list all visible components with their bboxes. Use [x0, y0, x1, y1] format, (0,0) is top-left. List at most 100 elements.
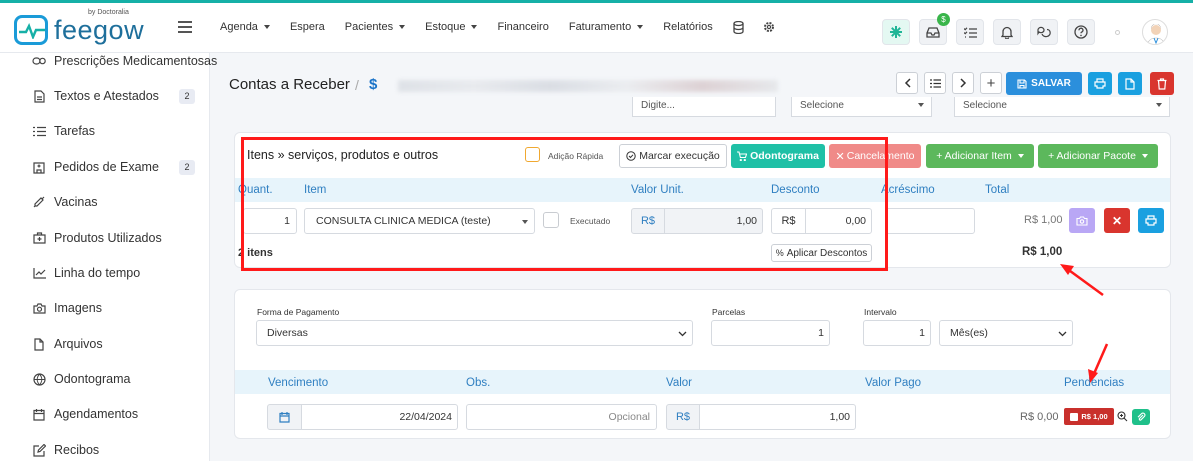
database-icon[interactable] — [733, 20, 747, 34]
menu-toggle-icon[interactable] — [178, 21, 192, 33]
sidebar-item-label: Agendamentos — [54, 407, 139, 421]
installments-input[interactable]: 1 — [711, 320, 830, 346]
dollar-badge: $ — [937, 13, 950, 26]
camera-icon — [32, 301, 46, 315]
hospital-icon — [32, 160, 46, 174]
sidebar-item-linha-tempo[interactable]: Linha do tempo — [32, 266, 140, 280]
sidebar-badge: 2 — [179, 89, 195, 104]
currency-addon: R$ — [666, 404, 700, 430]
help-button[interactable] — [1067, 19, 1095, 45]
installment-value-input[interactable]: 1,00 — [699, 404, 856, 430]
sidebar-item-arquivos[interactable]: Arquivos — [32, 337, 103, 351]
chevron-down-icon — [1058, 331, 1067, 337]
nav-item-relatorios[interactable]: Relatórios — [663, 20, 713, 34]
document-icon — [32, 89, 46, 103]
breadcrumb-separator: / — [355, 77, 359, 93]
gear-icon[interactable] — [763, 20, 777, 34]
sidebar-item-label: Tarefas — [54, 124, 95, 138]
payment-method-select[interactable]: Diversas — [256, 320, 693, 346]
list-icon — [929, 78, 941, 88]
sidebar-item-imagens[interactable]: Imagens — [32, 301, 102, 315]
sidebar-item-label: Arquivos — [54, 337, 103, 351]
nav-item-faturamento[interactable]: Faturamento — [568, 20, 644, 34]
sidebar-item-label: Textos e Atestados — [54, 89, 159, 103]
bell-icon — [1001, 26, 1013, 39]
chat-button[interactable] — [1030, 19, 1058, 45]
sidebar-item-pedidos-exame[interactable]: Pedidos de Exame — [32, 160, 159, 174]
caret-down-icon — [1017, 154, 1024, 158]
nav-item-agenda[interactable]: Agenda — [220, 20, 270, 34]
add-button[interactable]: + — [980, 72, 1002, 94]
status-dot-icon — [1115, 30, 1120, 35]
globe-icon — [32, 372, 46, 386]
select-value: Selecione — [963, 100, 1007, 111]
pending-badge[interactable]: R$ 1,00 — [1064, 408, 1114, 425]
logo[interactable]: feegow by Doctoralia — [14, 9, 144, 45]
sidebar-item-produtos[interactable]: Produtos Utilizados — [32, 231, 162, 245]
search-input[interactable]: Digite... — [632, 97, 776, 117]
camera-icon — [1076, 215, 1088, 226]
previous-button[interactable] — [896, 72, 918, 94]
caret-down-icon — [1156, 103, 1162, 107]
delete-button[interactable] — [1150, 72, 1174, 95]
print-button[interactable] — [1088, 72, 1112, 95]
obs-input[interactable]: Opcional — [466, 404, 657, 430]
edit-icon — [32, 443, 46, 457]
due-date-input[interactable]: 22/04/2024 — [301, 404, 458, 430]
input-value: 22/04/2024 — [399, 411, 452, 423]
column-header: Vencimento — [268, 377, 329, 389]
column-header: Valor — [666, 377, 692, 389]
select-field-2[interactable]: Selecione — [791, 97, 932, 117]
inbox-button[interactable]: $ — [919, 13, 950, 45]
caret-down-icon — [399, 25, 406, 29]
receipt-button[interactable] — [1132, 409, 1150, 425]
nav-item-espera[interactable]: Espera — [290, 20, 325, 34]
remove-item-button[interactable]: ✕ — [1104, 208, 1130, 233]
sidebar-item-tarefas[interactable]: Tarefas — [32, 124, 95, 138]
next-button[interactable] — [952, 72, 974, 94]
star-button[interactable] — [882, 19, 910, 45]
nav-item-estoque[interactable]: Estoque — [425, 20, 478, 34]
date-picker-button[interactable] — [267, 404, 302, 430]
nav-item-financeiro[interactable]: Financeiro — [497, 20, 548, 34]
blurred-patient-info — [398, 80, 778, 92]
floppy-icon — [1017, 78, 1027, 89]
sidebar-item-vacinas[interactable]: Vacinas — [32, 195, 98, 209]
main-nav: Agenda Espera Pacientes Estoque Financei… — [220, 20, 793, 34]
surcharge-input[interactable] — [885, 208, 975, 234]
calendar-icon — [32, 407, 46, 421]
column-header: Pendencias — [1064, 377, 1125, 389]
annotation-highlight-box — [241, 137, 888, 271]
document-button[interactable] — [1118, 72, 1142, 95]
payment-method-label: Forma de Pagamento — [257, 307, 340, 317]
search-plus-button[interactable] — [1116, 409, 1129, 423]
plus-icon: + — [986, 74, 996, 92]
list-button[interactable] — [924, 72, 946, 94]
checklist-button[interactable] — [956, 19, 984, 45]
avatar[interactable] — [1142, 19, 1168, 45]
sidebar-item-agendamentos[interactable]: Agendamentos — [32, 407, 138, 421]
select-value: Diversas — [267, 327, 308, 339]
nav-item-pacientes[interactable]: Pacientes — [345, 20, 406, 34]
sidebar-item-odontograma[interactable]: Odontograma — [32, 372, 130, 386]
sidebar-item-label: Vacinas — [54, 195, 98, 209]
save-button[interactable]: SALVAR — [1006, 72, 1082, 95]
button-label: + Adicionar Pacote — [1048, 150, 1136, 162]
select-field-3[interactable]: Selecione — [954, 97, 1170, 117]
sidebar-item-label: Pedidos de Exame — [54, 160, 159, 174]
notifications-button[interactable] — [993, 19, 1021, 45]
nav-label: Faturamento — [568, 21, 632, 33]
paid-value: R$ 0,00 — [1020, 411, 1059, 423]
sidebar-item-label: Produtos Utilizados — [54, 231, 162, 245]
print-item-button[interactable] — [1138, 208, 1164, 233]
interval-input[interactable]: 1 — [863, 320, 931, 346]
add-package-button[interactable]: + Adicionar Pacote — [1038, 144, 1158, 168]
interval-unit-select[interactable]: Mês(es) — [939, 320, 1073, 346]
add-item-button[interactable]: + Adicionar Item — [926, 144, 1034, 168]
sidebar-item-recibos[interactable]: Recibos — [32, 443, 99, 457]
header-nav-buttons: + — [896, 72, 1002, 94]
camera-button[interactable] — [1069, 208, 1095, 233]
sidebar-item-textos[interactable]: Textos e Atestados — [32, 89, 159, 103]
sidebar-item-prescricoes[interactable]: Prescrições Medicamentosas — [32, 54, 217, 68]
pending-amount: R$ 1,00 — [1081, 412, 1108, 421]
